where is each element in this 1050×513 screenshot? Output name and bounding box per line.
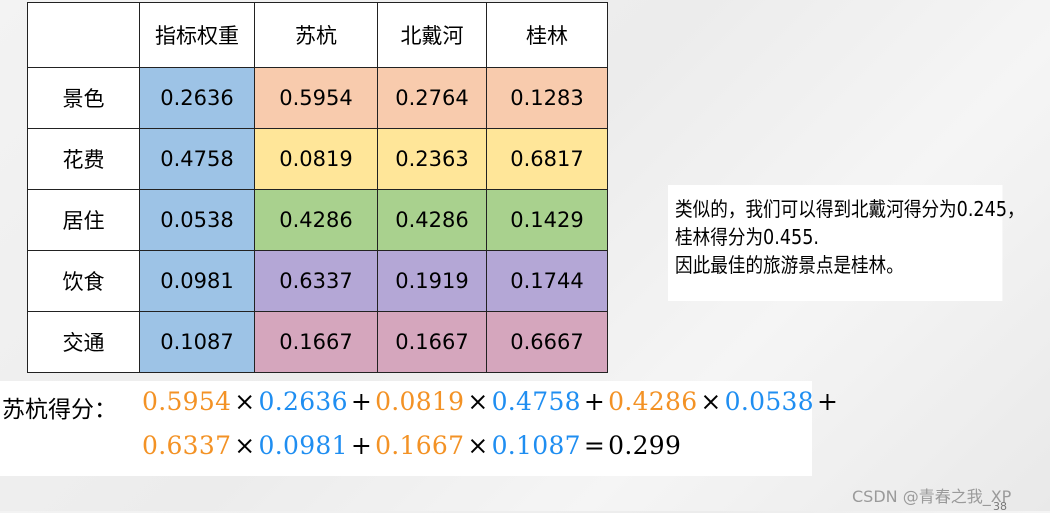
table-row: 居住 0.0538 0.4286 0.4286 0.1429 — [27, 189, 608, 251]
value-cell: 0.6337 — [254, 250, 378, 312]
value-cell: 0.1667 — [254, 311, 378, 373]
row-label: 饮食 — [27, 250, 140, 312]
row-label: 花费 — [27, 128, 140, 190]
header-cell-guilin: 桂林 — [486, 2, 608, 68]
value-cell: 0.0819 — [254, 128, 378, 190]
formula-weight: 0.2636 — [258, 387, 348, 416]
value-cell: 0.6667 — [486, 311, 608, 373]
table-row: 景色 0.2636 0.5954 0.2764 0.1283 — [27, 67, 608, 129]
row-label: 居住 — [27, 189, 140, 251]
formula-score: 0.5954 — [142, 387, 232, 416]
weight-cell: 0.2636 — [139, 67, 255, 129]
equals-sign: = — [583, 431, 606, 460]
row-label: 景色 — [27, 67, 140, 129]
formula-weight: 0.0538 — [724, 387, 814, 416]
plus-sign: + — [350, 387, 373, 416]
weight-cell: 0.4758 — [139, 128, 255, 190]
formula-line-2: 0.6337 × 0.0981 +0.1667 × 0.1087 = 0.299 — [142, 431, 681, 460]
csdn-watermark: CSDN @青春之我_XP — [852, 487, 1012, 506]
value-cell: 0.1744 — [486, 250, 608, 312]
times-sign: × — [234, 431, 256, 460]
value-cell: 0.5954 — [254, 67, 378, 129]
table-header-row: 指标权重 苏杭 北戴河 桂林 — [27, 2, 608, 68]
times-sign: × — [467, 387, 489, 416]
row-label: 交通 — [27, 311, 140, 373]
table-row: 花费 0.4758 0.0819 0.2363 0.6817 — [27, 128, 608, 190]
times-sign: × — [467, 431, 489, 460]
header-cell-suhang: 苏杭 — [254, 2, 378, 68]
value-cell: 0.1283 — [486, 67, 608, 129]
note-line: 因此最佳的旅游景点是桂林。 — [675, 253, 904, 277]
page-number: 38 — [993, 500, 1007, 513]
value-cell: 0.6817 — [486, 128, 608, 190]
header-cell-beidaihe: 北戴河 — [377, 2, 487, 68]
value-cell: 0.1667 — [377, 311, 487, 373]
note-line: 类似的，我们可以得到北戴河得分为0.245， — [675, 197, 1025, 221]
formula-score: 0.1667 — [375, 431, 465, 460]
score-table: 指标权重 苏杭 北戴河 桂林 景色 0.2636 0.5954 0.2764 0… — [27, 2, 608, 373]
note-line: 桂林得分为0.455. — [675, 225, 820, 249]
formula-line-1: 0.5954 × 0.2636 +0.0819 × 0.4758 +0.4286 × 0.053… — [142, 387, 841, 416]
formula-weight: 0.0981 — [258, 431, 348, 460]
weight-cell: 0.0981 — [139, 250, 255, 312]
conclusion-note: 类似的，我们可以得到北戴河得分为0.245， 桂林得分为0.455. 因此最佳的… — [668, 185, 1025, 301]
value-cell: 0.1919 — [377, 250, 487, 312]
plus-sign: + — [816, 387, 839, 416]
table-row: 交通 0.1087 0.1667 0.1667 0.6667 — [27, 311, 608, 373]
table-row: 饮食 0.0981 0.6337 0.1919 0.1744 — [27, 250, 608, 312]
weight-cell: 0.1087 — [139, 311, 255, 373]
value-cell: 0.2764 — [377, 67, 487, 129]
times-sign: × — [700, 387, 722, 416]
formula-score: 0.6337 — [142, 431, 232, 460]
times-sign: × — [234, 387, 256, 416]
value-cell: 0.2363 — [377, 128, 487, 190]
formula-weight: 0.1087 — [491, 431, 581, 460]
formula-weight: 0.4758 — [491, 387, 581, 416]
value-cell: 0.4286 — [377, 189, 487, 251]
formula-result: 0.299 — [608, 431, 682, 460]
header-cell-weight: 指标权重 — [139, 2, 255, 68]
plus-sign: + — [350, 431, 373, 460]
score-formula: 苏杭得分： 0.5954 × 0.2636 +0.0819 × 0.4758 +0.4286… — [0, 381, 838, 476]
formula-score: 0.4286 — [608, 387, 698, 416]
value-cell: 0.1429 — [486, 189, 608, 251]
value-cell: 0.4286 — [254, 189, 378, 251]
formula-score: 0.0819 — [375, 387, 465, 416]
header-cell-corner — [27, 2, 140, 68]
formula-label: 苏杭得分： — [2, 397, 117, 423]
weight-cell: 0.0538 — [139, 189, 255, 251]
plus-sign: + — [583, 387, 606, 416]
